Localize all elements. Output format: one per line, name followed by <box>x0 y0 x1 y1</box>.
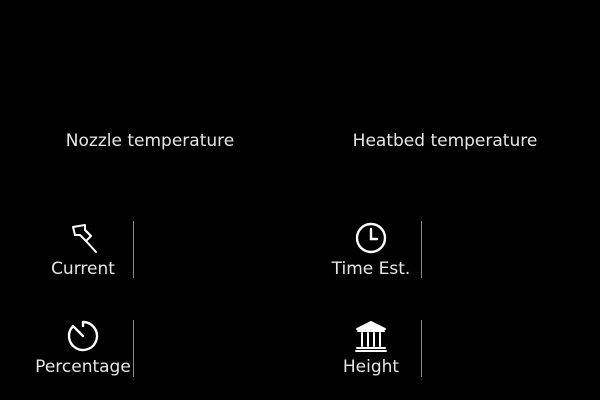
divider <box>421 221 422 278</box>
gauge-icon <box>28 320 138 352</box>
heatbed-temperature-label: Heatbed temperature <box>352 131 538 151</box>
building-icon <box>316 320 426 352</box>
divider <box>421 320 422 377</box>
nozzle-temperature-label: Nozzle temperature <box>65 131 235 151</box>
stat-current: Current <box>28 220 138 280</box>
stat-time-estimate: Time Est. <box>316 220 426 280</box>
stat-height: Height <box>316 318 426 378</box>
pin-icon <box>28 222 138 254</box>
stat-percentage-label: Percentage <box>35 357 131 377</box>
stat-current-label: Current <box>51 259 115 279</box>
divider <box>133 320 134 377</box>
stat-height-label: Height <box>342 357 400 377</box>
stat-time-label: Time Est. <box>331 259 411 279</box>
divider <box>133 221 134 278</box>
clock-icon <box>316 222 426 254</box>
stat-percentage: Percentage <box>28 318 138 378</box>
